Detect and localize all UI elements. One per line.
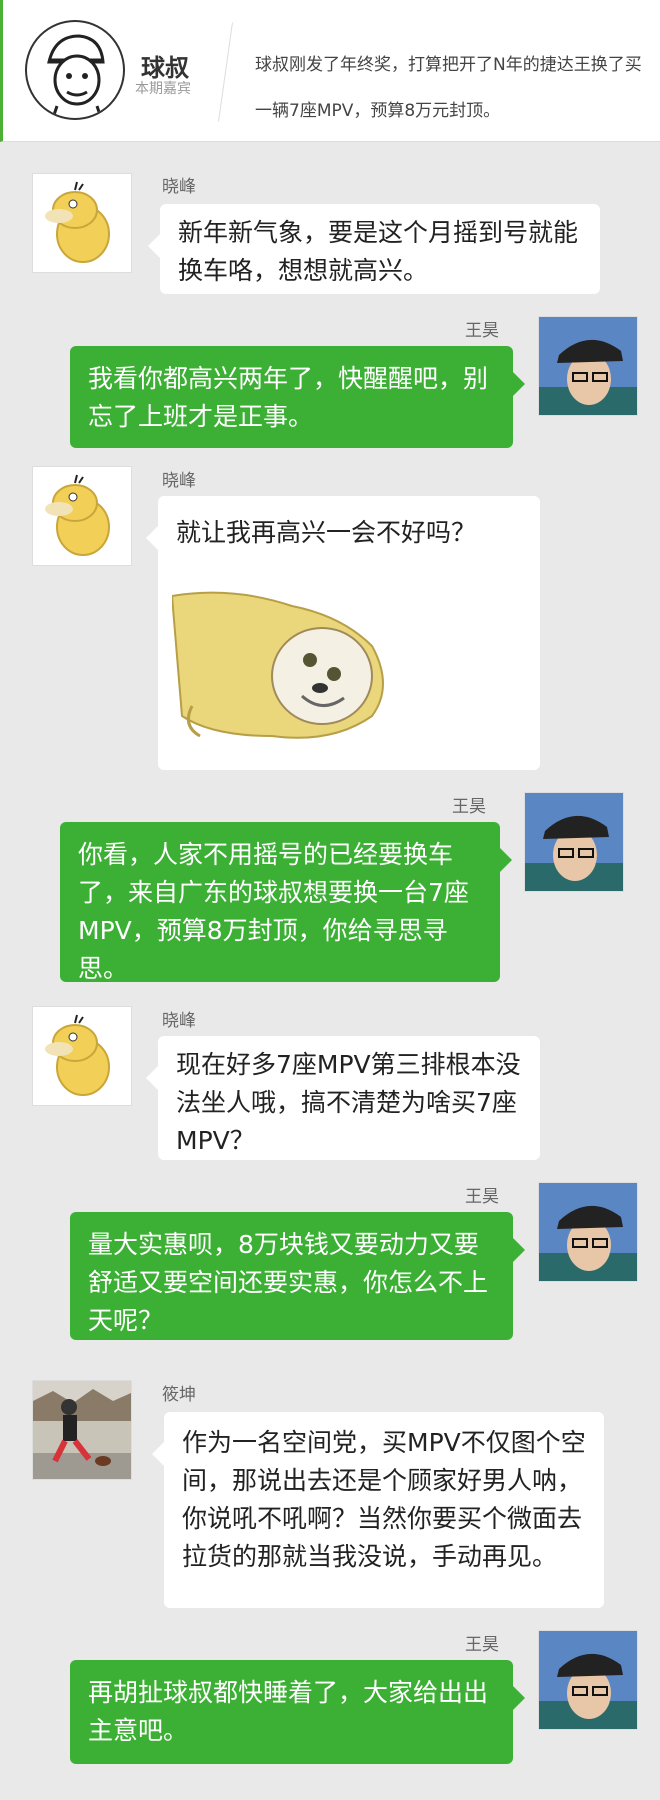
user-photo-avatar[interactable] [524,792,624,892]
message-bubble[interactable]: 量大实惠呗，8万块钱又要动力又要舒适又要空间还要实惠，你怎么不上天呢？ [70,1212,525,1340]
sender-name: 王昊 [465,1635,499,1655]
sender-name: 晓峰 [162,471,196,491]
guest-cartoon-avatar [25,20,125,120]
sender-name: 王昊 [465,1187,499,1207]
message-text: 就让我再高兴一会不好吗？ [176,518,477,547]
message-bubble[interactable]: 新年新气象，要是这个月摇到号就能换车咯，想想就高兴。 [148,204,600,294]
message-bubble[interactable]: 你看，人家不用摇号的已经要换车了，来自广东的球叔想要换一台7座MPV，预算8万封… [60,822,512,983]
guest-header: 球叔 本期嘉宾 球叔刚发了年终奖，打算把开了N年的捷达王换了买一辆7座MPV，预… [0,0,660,142]
guest-role-label: 本期嘉宾 [135,81,191,97]
runner-photo-avatar[interactable] [32,1380,132,1480]
sender-name: 王昊 [452,797,486,817]
psyduck-avatar[interactable] [32,173,132,273]
intro-text: 球叔刚发了年终奖，打算把开了N年的捷达王换了买一辆7座MPV，预算8万元封顶。 [255,55,642,121]
user-photo-avatar[interactable] [538,1630,638,1730]
message-bubble[interactable]: 作为一名空间党，买MPV不仅图个空间，那说出去还是个顾家好男人呐，你说吼不吼啊？… [152,1412,604,1608]
sender-name: 王昊 [465,321,499,341]
sender-name: 晓峰 [162,177,196,197]
message-bubble[interactable]: 现在好多7座MPV第三排根本没法坐人哦，搞不清楚为啥买7座MPV？ [146,1036,540,1160]
message-bubble[interactable]: 再胡扯球叔都快睡着了，大家给出出主意吧。 [70,1660,525,1764]
psyduck-avatar[interactable] [32,1006,132,1106]
sender-name: 晓峰 [162,1011,196,1031]
user-photo-avatar[interactable] [538,1182,638,1282]
user-photo-avatar[interactable] [538,316,638,416]
header-divider [218,22,233,122]
sender-name: 筱坤 [162,1385,196,1405]
psyduck-avatar[interactable] [32,466,132,566]
doge-sticker [172,591,384,739]
message-bubble[interactable]: 我看你都高兴两年了，快醒醒吧，别忘了上班才是正事。 [70,346,525,448]
